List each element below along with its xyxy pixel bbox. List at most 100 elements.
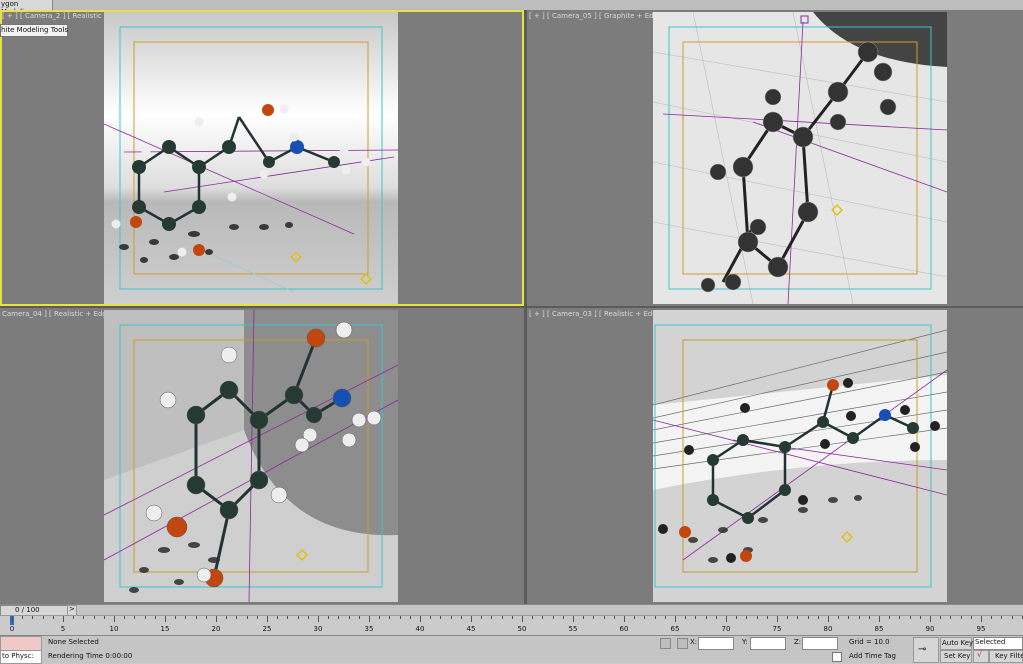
track-bar-tick (501, 616, 503, 619)
track-bar-tick (114, 616, 115, 622)
track-bar-tick (103, 616, 105, 619)
track-bar-tick (634, 616, 636, 619)
key-selection-dropdown[interactable]: Selected (973, 637, 1023, 650)
track-bar[interactable]: 0 5 10 15 20 25 30 35 40 45 50 55 60 65 70 75 80 85 90 95 (0, 615, 1023, 636)
viewport-camera-04[interactable]: Camera_04 ] [ Realistic + Edged Fa (0, 308, 524, 604)
track-bar-tick (583, 616, 585, 619)
key-icon: ⊸ (918, 644, 927, 655)
track-bar-tick (603, 616, 605, 619)
track-bar-tick (970, 616, 972, 619)
track-bar-number: 20 (211, 625, 221, 633)
track-bar-tick (73, 616, 75, 619)
track-bar-tick (654, 616, 656, 619)
track-bar-tick (399, 616, 401, 619)
track-bar-tick (664, 616, 666, 619)
track-bar-tick (93, 616, 95, 619)
track-bar-tick (991, 616, 993, 619)
track-bar-number: 45 (466, 625, 476, 633)
absolute-mode-icon[interactable] (677, 638, 688, 649)
set-key-button[interactable]: Set Key (940, 650, 972, 663)
track-bar-number: 5 (60, 625, 66, 633)
set-key-large-button[interactable]: ⊸ (913, 637, 939, 663)
track-bar-tick (868, 616, 870, 619)
track-bar-tick (532, 616, 534, 619)
graphite-tooltip: hite Modeling Tools (0, 24, 68, 37)
track-bar-number: 40 (415, 625, 425, 633)
viewport-area: [ + ] [ Camera_2 ] [ Realistic ] hite Mo… (0, 10, 1023, 604)
y-coordinate-field[interactable] (750, 637, 786, 650)
track-bar-tick (797, 616, 799, 619)
render-scene (653, 12, 947, 304)
track-bar-tick (950, 616, 952, 619)
render-scene (653, 310, 947, 602)
track-bar-tick (318, 616, 319, 622)
track-bar-tick (562, 616, 564, 619)
track-bar-number: 75 (772, 625, 782, 633)
track-bar-tick (511, 616, 513, 619)
track-bar-tick (409, 616, 411, 619)
track-bar-number: 55 (568, 625, 578, 633)
viewport-camera-03[interactable]: [ + ] [ Camera_03 ] [ Realistic + Edged … (527, 308, 1023, 604)
track-bar-tick (746, 616, 748, 619)
track-bar-tick (930, 616, 931, 622)
track-bar-tick (175, 616, 177, 619)
track-bar-tick (22, 616, 24, 619)
viewport-label[interactable]: [ + ] [ Camera_2 ] [ Realistic ] (2, 12, 107, 20)
z-coordinate-field[interactable] (802, 637, 838, 650)
track-bar-tick (542, 616, 544, 619)
track-bar-tick (63, 616, 64, 622)
track-bar-tick (644, 616, 646, 619)
track-bar-tick (695, 616, 697, 619)
track-bar-tick (287, 616, 289, 619)
track-bar-tick (246, 616, 248, 619)
track-bar-number: 65 (670, 625, 680, 633)
frame-counter: 0 / 100 (15, 606, 40, 614)
auto-key-button[interactable]: Auto Key (940, 637, 973, 650)
track-bar-tick (828, 616, 829, 622)
track-bar-tick (522, 616, 523, 622)
track-bar-tick (358, 616, 360, 619)
track-bar-tick (297, 616, 299, 619)
track-bar-tick (369, 616, 370, 622)
add-time-tag-label: Add Time Tag (849, 652, 896, 660)
viewport-camera-2[interactable]: [ + ] [ Camera_2 ] [ Realistic ] hite Mo… (0, 10, 524, 306)
maxscript-listener-pink[interactable] (0, 636, 42, 651)
track-bar-number: 0 (9, 625, 15, 633)
track-bar-tick (889, 616, 891, 619)
z-label: Z: (794, 638, 802, 646)
track-bar-number: 25 (262, 625, 272, 633)
track-bar-tick (624, 616, 625, 622)
track-bar-tick (715, 616, 717, 619)
track-bar-tick (481, 616, 483, 619)
track-bar-tick (134, 616, 136, 619)
track-bar-number: 10 (109, 625, 119, 633)
track-bar-tick (267, 616, 268, 622)
track-bar-tick (705, 616, 707, 619)
track-bar-tick (236, 616, 238, 619)
track-bar-tick (940, 616, 942, 619)
track-bar-numbers: 0 5 10 15 20 25 30 35 40 45 50 55 60 65 70 75 80 85 90 95 (0, 625, 1023, 635)
selection-status: None Selected (48, 638, 99, 646)
track-bar-tick (848, 616, 850, 619)
track-bar-tick (899, 616, 901, 619)
track-bar-tick (328, 616, 330, 619)
render-scene (104, 12, 398, 304)
lock-selection-icon[interactable] (660, 638, 671, 649)
track-bar-tick (348, 616, 350, 619)
viewport-camera-05[interactable]: [ + ] [ Camera_05 ] [ Graphite + Edged F… (527, 10, 1023, 306)
track-bar-tick (858, 616, 860, 619)
track-bar-tick (430, 616, 432, 619)
track-bar-tick (32, 616, 34, 619)
x-coordinate-field[interactable] (698, 637, 734, 650)
track-bar-number: 95 (976, 625, 986, 633)
track-bar-tick (185, 616, 187, 619)
track-bar-tick (787, 616, 789, 619)
curve-icon[interactable]: √ (973, 650, 989, 663)
key-filters-button[interactable]: Key Filte (989, 650, 1023, 663)
track-bar-tick (195, 616, 197, 619)
ribbon-tab-polygon-modeling[interactable]: ygon Modeling (0, 0, 53, 16)
add-time-tag-checkbox[interactable] (832, 652, 842, 662)
track-bar-number: 35 (364, 625, 374, 633)
track-bar-tick (83, 616, 85, 619)
track-bar-tick (960, 616, 962, 619)
